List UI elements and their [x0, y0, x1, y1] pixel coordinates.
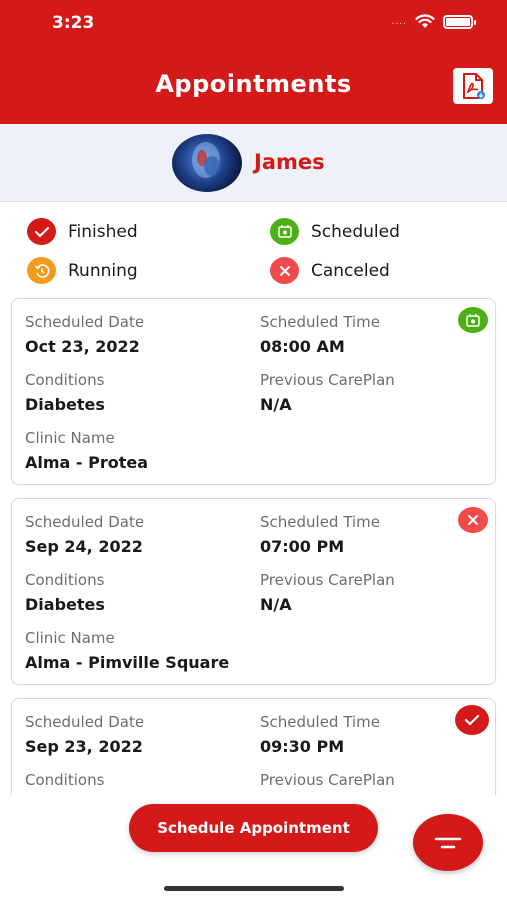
calendar-icon: [270, 218, 299, 245]
status-legend: Finished Scheduled Running Canceled: [0, 212, 507, 292]
legend-canceled-label: Canceled: [311, 260, 390, 281]
calendar-icon: [458, 307, 488, 333]
legend-canceled: Canceled: [270, 257, 390, 284]
clinic-name-value: Alma - Pimville Square: [25, 653, 230, 672]
conditions-label: Conditions: [25, 571, 105, 589]
appointment-card[interactable]: Scheduled Date Oct 23, 2022 Scheduled Ti…: [11, 298, 496, 485]
close-icon: [270, 257, 299, 284]
scheduled-date-label: Scheduled Date: [25, 313, 145, 331]
pdf-export-button[interactable]: [453, 68, 493, 104]
wifi-icon: [415, 14, 435, 28]
page-title: Appointments: [155, 70, 352, 98]
scheduled-date-value: Sep 24, 2022: [25, 537, 143, 556]
filter-icon: [434, 837, 462, 848]
legend-running-label: Running: [68, 260, 138, 281]
clinic-name-label: Clinic Name: [25, 429, 115, 447]
clinic-name-value: Alma - Protea: [25, 453, 149, 472]
status-time: 3:23: [52, 13, 95, 33]
previous-careplan-value: N/A: [260, 595, 292, 614]
legend-finished: Finished: [27, 218, 138, 245]
previous-careplan-label: Previous CarePlan: [260, 571, 395, 589]
conditions-value: Diabetes: [25, 395, 105, 414]
conditions-value: Diabetes: [25, 595, 105, 614]
scheduled-time-value: 08:00 AM: [260, 337, 345, 356]
close-icon: [458, 507, 488, 533]
check-icon: [27, 218, 56, 245]
appointment-card[interactable]: Scheduled Date Sep 24, 2022 Scheduled Ti…: [11, 498, 496, 685]
scheduled-time-label: Scheduled Time: [260, 313, 380, 331]
status-icons: ....: [391, 14, 476, 29]
previous-careplan-label: Previous CarePlan: [260, 371, 395, 389]
previous-careplan-label: Previous CarePlan: [260, 771, 395, 789]
patient-bar: James: [0, 124, 507, 202]
patient-name: James: [254, 150, 325, 174]
scheduled-time-label: Scheduled Time: [260, 513, 380, 531]
legend-scheduled: Scheduled: [270, 218, 400, 245]
battery-icon: [443, 14, 476, 29]
scheduled-date-label: Scheduled Date: [25, 713, 145, 731]
conditions-label: Conditions: [25, 371, 105, 389]
app-header: 3:23 .... Appointments: [0, 0, 507, 124]
schedule-appointment-button[interactable]: Schedule Appointment: [129, 804, 378, 852]
check-icon: [455, 705, 489, 735]
appointment-card[interactable]: Scheduled Date Sep 23, 2022 Scheduled Ti…: [11, 698, 496, 795]
previous-careplan-value: N/A: [260, 395, 292, 414]
scheduled-time-value: 09:30 PM: [260, 737, 345, 756]
signal-icon: ....: [391, 16, 407, 27]
scheduled-time-label: Scheduled Time: [260, 713, 380, 731]
legend-running: Running: [27, 257, 138, 284]
clock-icon: [27, 257, 56, 284]
scheduled-date-value: Oct 23, 2022: [25, 337, 140, 356]
avatar: [172, 134, 242, 192]
legend-finished-label: Finished: [68, 221, 138, 242]
conditions-label: Conditions: [25, 771, 105, 789]
filter-button[interactable]: [413, 814, 483, 871]
scheduled-time-value: 07:00 PM: [260, 537, 345, 556]
legend-scheduled-label: Scheduled: [311, 221, 400, 242]
scheduled-date-value: Sep 23, 2022: [25, 737, 143, 756]
scheduled-date-label: Scheduled Date: [25, 513, 145, 531]
pdf-export-icon: [463, 73, 485, 99]
home-indicator: [164, 886, 344, 891]
appointment-list[interactable]: Scheduled Date Oct 23, 2022 Scheduled Ti…: [0, 297, 507, 795]
clinic-name-label: Clinic Name: [25, 629, 115, 647]
